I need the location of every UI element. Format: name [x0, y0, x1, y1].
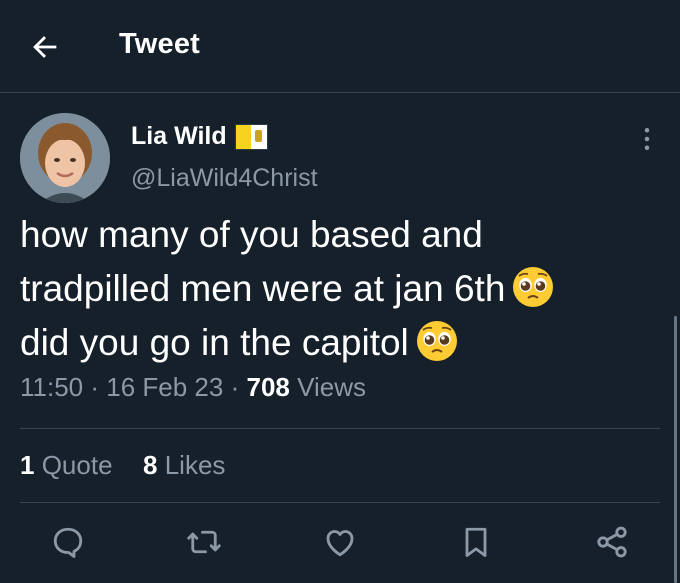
meta-divider [20, 428, 660, 429]
stats-divider [20, 502, 660, 503]
author-row: Lia Wild [131, 122, 268, 151]
share-icon[interactable] [594, 524, 630, 560]
tweet-meta: 11:50 · 16 Feb 23 · 708 Views [20, 372, 366, 403]
tweet-line: did you go in the capitol [20, 316, 670, 370]
tweet-date[interactable]: 16 Feb 23 [106, 372, 223, 402]
views-count: 708 [246, 372, 290, 402]
tweet-line: how many of you based and [20, 214, 483, 255]
page-title: Tweet [119, 28, 201, 60]
reply-icon[interactable] [50, 524, 86, 560]
header-divider [0, 92, 680, 93]
likes-stat[interactable]: 8 Likes [143, 450, 225, 480]
quotes-stat[interactable]: 1 Quote [20, 450, 113, 480]
tweet-time[interactable]: 11:50 [20, 372, 83, 402]
more-options-icon[interactable] [632, 124, 662, 154]
pleading-face-icon [511, 265, 555, 309]
bookmark-icon[interactable] [458, 524, 494, 560]
pleading-face-icon [415, 319, 459, 363]
engagement-stats: 1 Quote 8 Likes [20, 450, 225, 481]
back-arrow-icon[interactable] [28, 30, 62, 64]
separator-dot: · [230, 372, 247, 402]
top-bar: Tweet [0, 0, 680, 92]
tweet-text: how many of you based and tradpilled men… [20, 208, 670, 370]
like-heart-icon[interactable] [322, 524, 358, 560]
action-bar [0, 524, 680, 564]
tweet-line: tradpilled men were at jan 6th [20, 262, 670, 316]
author-handle[interactable]: @LiaWild4Christ [131, 164, 318, 193]
avatar[interactable] [20, 113, 110, 203]
retweet-icon[interactable] [186, 524, 222, 560]
separator-dot: · [90, 372, 107, 402]
views-label: Views [297, 372, 366, 402]
vatican-flag-icon [234, 123, 268, 150]
author-name[interactable]: Lia Wild [131, 122, 227, 151]
scrollbar[interactable] [674, 316, 677, 583]
